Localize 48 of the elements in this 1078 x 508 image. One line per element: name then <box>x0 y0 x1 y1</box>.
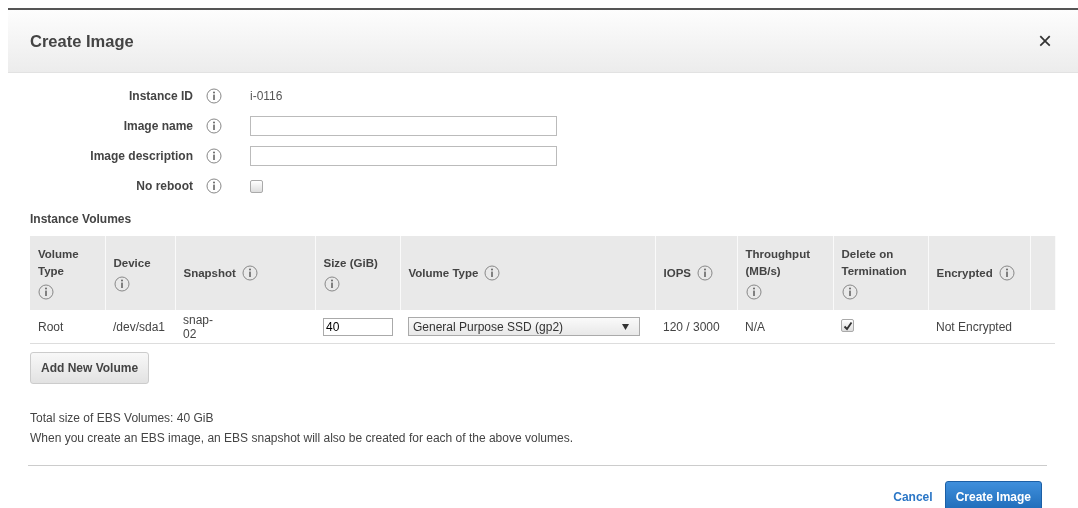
field-label: Instance ID <box>127 89 194 103</box>
table-cell: Not Encrypted <box>936 319 1013 334</box>
info-icon[interactable] <box>841 284 858 300</box>
column-header: Encrypted <box>936 265 993 281</box>
info-icon[interactable] <box>745 284 762 300</box>
table-cell: N/A <box>745 319 765 334</box>
info-icon[interactable] <box>697 265 713 281</box>
info-icon[interactable] <box>38 284 54 300</box>
text-field[interactable] <box>250 116 557 136</box>
table-cell: snap- 02 <box>183 312 214 341</box>
info-icon[interactable] <box>206 118 222 134</box>
column-header: Volume Type <box>408 265 479 281</box>
cancel-link[interactable]: Cancel <box>893 489 933 504</box>
table-cell: Root <box>38 319 64 334</box>
info-icon[interactable] <box>241 265 258 281</box>
instance-id-value: i-0116 <box>250 89 283 103</box>
table-cell: 120 / 3000 <box>663 319 720 334</box>
create-image-button[interactable]: Create Image <box>944 481 1042 508</box>
volume-type-dropdown[interactable]: General Purpose SSD (gp2) <box>408 317 640 336</box>
column-header: Volume Type <box>38 247 80 279</box>
info-text: Total size of EBS Volumes: 40 GiB <box>30 410 215 427</box>
size-field[interactable]: 40 <box>323 317 393 336</box>
column-header: Delete on Termination <box>841 247 908 279</box>
info-text: When you create an EBS image, an EBS snapshot will also be created for each of the above volumes. <box>30 430 574 447</box>
info-icon[interactable] <box>206 88 222 104</box>
field-label: Image name <box>122 119 194 133</box>
field-label: Image description <box>89 149 194 163</box>
column-header: Size (GiB) <box>323 255 378 271</box>
column-header: Snapshot <box>183 265 236 281</box>
info-icon[interactable] <box>323 275 340 292</box>
checkbox[interactable] <box>250 179 263 193</box>
section-title: Instance Volumes <box>30 212 133 226</box>
info-icon[interactable] <box>998 265 1015 281</box>
info-icon[interactable] <box>206 178 222 194</box>
column-header: IOPS <box>663 265 691 281</box>
info-icon[interactable] <box>484 265 501 281</box>
table-cell: /dev/sda1 <box>113 319 166 334</box>
field-label: No reboot <box>135 179 194 193</box>
column-header: Throughput (MB/s) <box>745 247 811 279</box>
info-icon[interactable] <box>113 275 130 292</box>
column-header: Device <box>113 255 151 271</box>
caret-icon <box>622 323 629 330</box>
info-icon[interactable] <box>206 148 222 164</box>
dialog-title: Create Image <box>30 31 134 51</box>
checkbox[interactable] <box>841 319 854 333</box>
add-volume-button[interactable]: Add New Volume <box>30 352 150 384</box>
text-field[interactable] <box>250 146 557 166</box>
close-button[interactable]: × <box>1034 29 1056 53</box>
